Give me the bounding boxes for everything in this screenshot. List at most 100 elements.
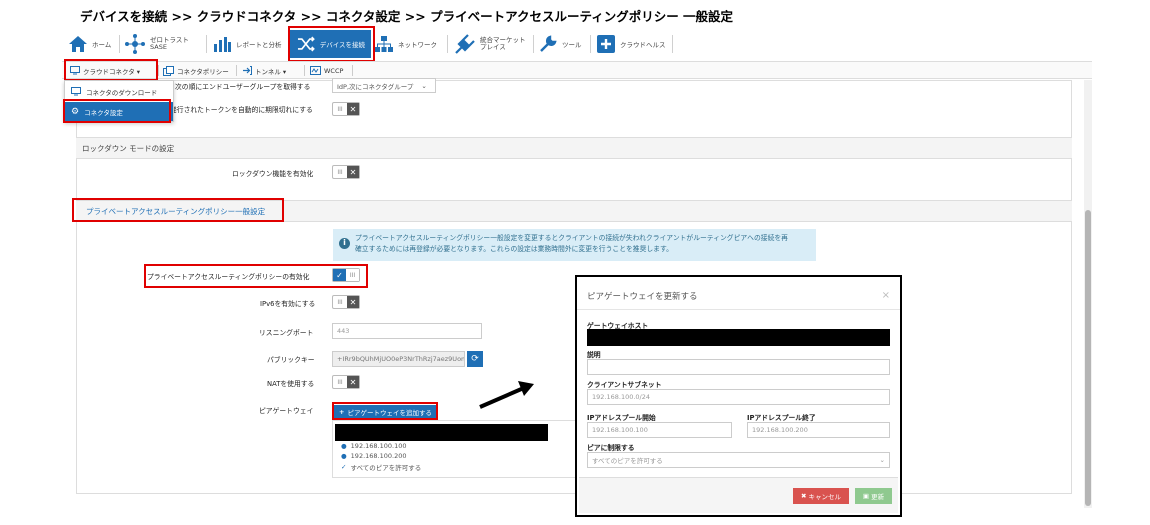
listening-port-label: リスニングポート xyxy=(259,329,314,337)
toggle-off-glyph: III xyxy=(337,298,343,306)
fetch-groups-label: 次の順にエンドユーザーグループを取得する xyxy=(175,83,311,91)
nav-home-label: ホーム xyxy=(92,41,112,49)
nav-reports-label: レポートと分析 xyxy=(236,41,282,49)
subnav-connector-policy-label: コネクタポリシー xyxy=(177,67,229,76)
check-icon: ✓ xyxy=(341,463,347,471)
nat-toggle[interactable]: III ✕ xyxy=(332,375,360,389)
subnav-tunnel-label: トンネル ▾ xyxy=(255,67,287,76)
nav-cloud-health-label: クラウドヘルス xyxy=(620,41,666,49)
copy-icon xyxy=(163,65,174,76)
token-expire-label: 発行されたトークンを自動的に期限切れにする xyxy=(170,106,313,114)
lockdown-toggle[interactable]: III ✕ xyxy=(332,165,360,179)
pool-start-label: IPアドレスプール開始 xyxy=(587,414,656,422)
pool-start-input[interactable]: 192.168.100.100 xyxy=(587,422,732,438)
arrow-icon xyxy=(479,381,534,409)
token-expire-toggle[interactable]: III ✕ xyxy=(332,102,360,116)
page-scrollbar-thumb[interactable] xyxy=(1085,210,1091,506)
highlight-private-access-header xyxy=(72,198,284,222)
info-alert: i プライベートアクセスルーティングポリシー一般設定を変更するとクライアントの接… xyxy=(333,229,816,261)
public-key-label: パブリックキー xyxy=(267,356,315,364)
highlight-cloud-connector xyxy=(64,59,158,81)
peer-ip-end: ● 192.168.100.200 xyxy=(341,452,407,460)
subnav-wccp[interactable]: WCCP xyxy=(310,62,343,79)
peer-allow-text: すべてのピアを許可する xyxy=(350,464,422,472)
network-nodes-icon xyxy=(125,34,145,54)
save-icon: ▣ xyxy=(862,492,870,500)
peer-ip-end-text: 192.168.100.200 xyxy=(350,452,407,460)
sub-nav: クラウドコネクタ ▾ コネクタポリシー トンネル ▾ WCCP xyxy=(62,61,1092,79)
pool-end-label: IPアドレスプール終了 xyxy=(747,414,816,422)
nav-cloud-health[interactable]: クラウドヘルス xyxy=(596,30,666,58)
network-tree-icon xyxy=(375,36,393,52)
nav-zerotrust[interactable]: ゼロトラスト SASE xyxy=(124,30,189,58)
bar-chart-icon xyxy=(214,37,231,52)
x-icon: ✕ xyxy=(347,376,359,388)
plus-square-icon xyxy=(597,35,615,53)
info-line-1: プライベートアクセスルーティングポリシー一般設定を変更するとクライアントの接続が… xyxy=(355,234,788,242)
peer-limit-value: すべてのピアを許可する xyxy=(592,457,663,465)
peer-ip-start: ● 192.168.100.100 xyxy=(341,442,407,450)
chevron-down-icon: ⌄ xyxy=(421,81,427,90)
nav-network-label: ネットワーク xyxy=(398,41,437,49)
plug-icon xyxy=(455,34,475,54)
highlight-connector-settings xyxy=(63,99,171,123)
listening-port-input[interactable]: 443 xyxy=(332,323,482,339)
home-icon xyxy=(69,36,87,52)
nav-tools[interactable]: ツール xyxy=(538,30,582,58)
cancel-button[interactable]: ✖ キャンセル xyxy=(793,488,849,504)
nav-home[interactable]: ホーム xyxy=(68,30,111,58)
nav-zerotrust-label-2: SASE xyxy=(150,43,167,51)
x-icon: ✕ xyxy=(347,296,359,308)
refresh-icon[interactable]: ⟳ xyxy=(467,351,483,367)
highlight-connect-devices xyxy=(288,26,375,62)
highlight-pa-enable xyxy=(144,264,368,288)
nav-marketplace-label-2: プレイス xyxy=(480,43,506,51)
x-icon: ✖ xyxy=(801,492,807,500)
globe-icon: ● xyxy=(341,452,347,460)
sign-in-icon xyxy=(243,66,252,75)
redacted-gateway-host xyxy=(587,329,890,346)
peer-gateway-label: ピアゲートウェイ xyxy=(259,407,314,415)
highlight-add-peer xyxy=(332,402,438,420)
globe-icon: ● xyxy=(341,442,347,450)
toggle-off-glyph: III xyxy=(337,378,343,386)
nav-marketplace[interactable]: 統合マーケット プレイス xyxy=(452,30,526,58)
redacted-host xyxy=(335,424,548,441)
wave-icon xyxy=(310,66,321,75)
x-icon: ✕ xyxy=(347,103,359,115)
nav-reports[interactable]: レポートと分析 xyxy=(212,30,282,58)
toggle-off-glyph: III xyxy=(337,105,343,113)
nav-network[interactable]: ネットワーク xyxy=(374,30,437,58)
nav-tools-label: ツール xyxy=(562,41,582,49)
modal-divider xyxy=(577,309,900,310)
info-line-2: 確立するためには再登録が必要となります。これらの設定は業務時間外に変更を行うこと… xyxy=(355,244,673,253)
close-icon[interactable]: × xyxy=(882,290,890,301)
nat-label: NATを使用する xyxy=(267,380,315,388)
subnav-wccp-label: WCCP xyxy=(324,66,344,75)
modal-title: ピアゲートウェイを更新する xyxy=(587,292,698,302)
subnav-tunnel[interactable]: トンネル ▾ xyxy=(242,62,286,79)
cancel-button-label: キャンセル xyxy=(808,493,841,501)
peer-limit-select[interactable]: すべてのピアを許可する ⌄ xyxy=(587,452,890,468)
subnav-connector-policy[interactable]: コネクタポリシー xyxy=(163,62,229,79)
breadcrumb: デバイスを接続 >> クラウドコネクタ >> コネクタ設定 >> プライベートア… xyxy=(80,9,734,24)
ipv6-label: IPv6を有効にする xyxy=(260,300,316,308)
fetch-groups-select[interactable]: IdP,次にコネクタグループ ⌄ xyxy=(332,78,436,93)
description-input[interactable] xyxy=(587,359,890,375)
fetch-groups-value: IdP,次にコネクタグループ xyxy=(337,82,414,91)
download-icon xyxy=(71,87,81,96)
pool-end-input[interactable]: 192.168.100.200 xyxy=(747,422,890,438)
peer-ip-start-text: 192.168.100.100 xyxy=(350,442,407,450)
toggle-off-glyph: III xyxy=(337,168,343,176)
client-subnet-input[interactable]: 192.168.100.0/24 xyxy=(587,389,890,405)
dropdown-download-label: コネクタのダウンロード xyxy=(86,88,158,97)
lockdown-section-header: ロックダウン モードの設定 xyxy=(76,137,1072,159)
modal-footer: ✖ キャンセル ▣ 更新 xyxy=(579,477,898,513)
x-icon: ✕ xyxy=(347,166,359,178)
chevron-down-icon: ⌄ xyxy=(879,456,885,464)
ipv6-toggle[interactable]: III ✕ xyxy=(332,295,360,309)
update-button[interactable]: ▣ 更新 xyxy=(855,488,892,504)
public-key-input[interactable]: +IRr9bQUhMjUO0eP3NrThRzj7aez9Uomgc xyxy=(332,351,465,367)
description-label: 説明 xyxy=(587,351,601,359)
peer-limit-label: ピアに制限する xyxy=(587,444,635,452)
